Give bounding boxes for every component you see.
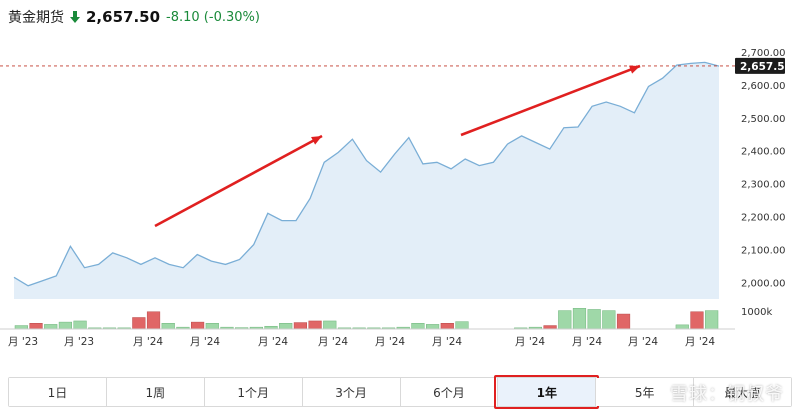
x-tick-label: 月 '24 <box>432 336 462 348</box>
x-tick-label: 月 '24 <box>190 336 220 348</box>
volume-bar <box>146 311 161 330</box>
range-1w-button[interactable]: 1周 <box>106 378 205 406</box>
range-label: 1周 <box>145 385 166 400</box>
volume-bar <box>308 320 322 330</box>
volume-bar <box>705 310 719 330</box>
range-label: 6个月 <box>433 385 465 400</box>
volume-bar <box>426 324 440 330</box>
volume-bar <box>58 321 72 330</box>
volume-bar <box>191 321 205 330</box>
x-tick-label: 月 '24 <box>258 336 288 348</box>
x-tick-label: 月 '23 <box>8 336 38 348</box>
volume-bar <box>602 310 616 330</box>
range-label: 3个月 <box>335 385 367 400</box>
x-tick-label: 月 '24 <box>572 336 602 348</box>
y-tick-label: 2,300.00 <box>741 180 786 191</box>
volume-bar <box>161 323 175 330</box>
range-label: 1个月 <box>237 385 269 400</box>
volume-axis-label: 1000k <box>741 307 772 318</box>
volume-bar <box>29 323 43 330</box>
y-tick-label: 2,200.00 <box>741 213 786 224</box>
volume-bar <box>558 310 572 330</box>
range-label: 5年 <box>634 385 655 400</box>
price-area <box>14 62 719 300</box>
range-6m-button[interactable]: 6个月 <box>400 378 499 406</box>
price-change: -8.10 (-0.30%) <box>166 9 260 25</box>
range-label: 1年 <box>536 385 557 400</box>
x-tick-label: 月 '24 <box>375 336 405 348</box>
y-tick-label: 2,500.00 <box>741 114 786 125</box>
range-1d-button[interactable]: 1日 <box>9 378 107 406</box>
volume-bar <box>411 323 425 330</box>
x-tick-label: 月 '24 <box>318 336 348 348</box>
volume-bar <box>690 311 704 330</box>
x-tick-label: 月 '24 <box>515 336 545 348</box>
volume-bar <box>279 323 293 330</box>
range-1m-button[interactable]: 1个月 <box>204 378 303 406</box>
y-tick-label: 2,600.00 <box>741 81 786 92</box>
x-tick-label: 月 '24 <box>133 336 163 348</box>
y-tick-label: 2,700.00 <box>741 48 786 59</box>
volume-bar <box>14 325 28 330</box>
x-tick-label: 月 '23 <box>64 336 94 348</box>
volume-bar <box>675 324 689 330</box>
down-arrow-icon <box>70 11 80 23</box>
volume-bar <box>44 324 58 330</box>
current-price: 2,657.50 <box>86 8 161 26</box>
x-tick-label: 月 '24 <box>628 336 658 348</box>
watermark: 雪球：钢叔爷 <box>670 384 784 405</box>
volume-bar <box>132 317 146 330</box>
current-price-label: 2,657.50 <box>740 61 792 73</box>
volume-bar <box>73 320 87 330</box>
quote-header: 黄金期货 2,657.50 -8.10 (-0.30%) <box>8 6 260 28</box>
y-tick-label: 2,400.00 <box>741 147 786 158</box>
volume-bar <box>440 323 454 330</box>
volume-bar <box>572 308 587 330</box>
volume-bar <box>455 321 469 330</box>
volume-bar <box>205 323 219 330</box>
volume-bar <box>293 322 307 330</box>
range-3m-button[interactable]: 3个月 <box>302 378 401 406</box>
y-tick-label: 2,000.00 <box>741 279 786 290</box>
volume-bar <box>616 313 631 330</box>
volume-bar <box>587 309 601 330</box>
trend-arrow-line <box>154 134 323 228</box>
range-label: 1日 <box>47 385 68 400</box>
trend-arrow-head <box>629 65 640 74</box>
instrument-name: 黄金期货 <box>8 10 64 26</box>
x-tick-label: 月 '24 <box>685 336 715 348</box>
price-chart: 2,000.00 2,100.00 2,200.00 2,300.00 2,400.00… <box>0 48 792 348</box>
volume-bar <box>323 320 337 330</box>
range-1y-button[interactable]: 1年 <box>494 375 600 409</box>
volume-bar <box>543 325 557 330</box>
y-tick-label: 2,100.00 <box>741 246 786 257</box>
